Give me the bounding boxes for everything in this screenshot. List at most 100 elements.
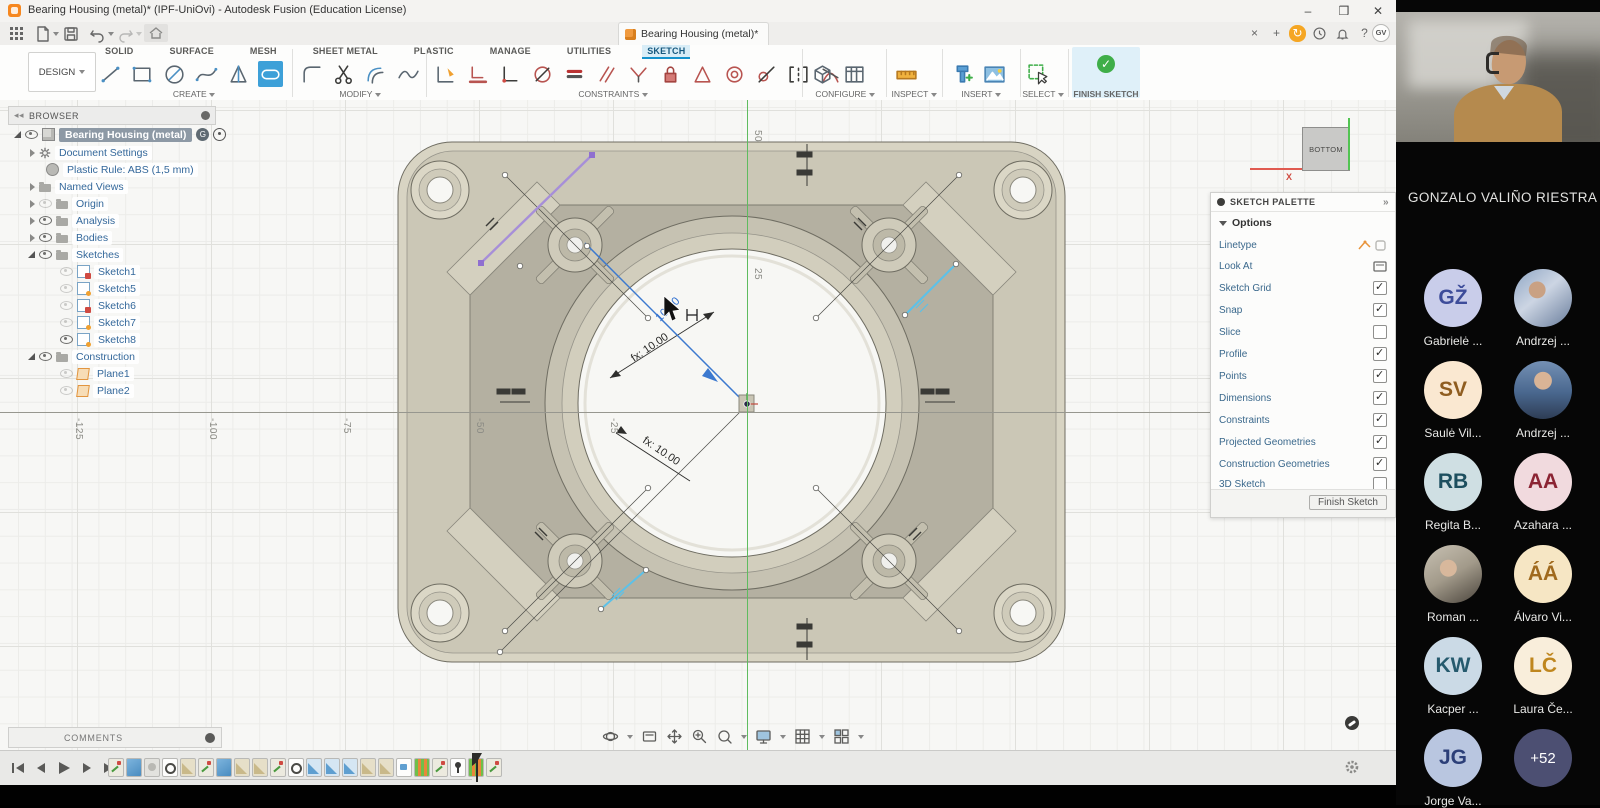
browser-item-analysis[interactable]: Analysis [30,213,119,228]
save-icon[interactable] [62,25,80,42]
triangle-constraint-icon[interactable] [690,61,715,87]
create-group-label[interactable]: CREATE [98,89,290,99]
timeline-feature-icon[interactable] [486,758,502,777]
timeline-marker[interactable] [476,754,478,782]
timeline-feature-icon[interactable] [324,758,340,777]
design-workspace-dropdown[interactable]: DESIGN [28,52,96,92]
timeline-step-forward-button[interactable] [79,760,95,776]
rectangle-tool-icon[interactable] [130,61,155,87]
feedback-icon[interactable] [1345,716,1359,730]
tangent-constraint-icon[interactable] [754,61,779,87]
browser-item-sketch1[interactable]: Sketch1 [60,264,140,279]
timeline-step-back-button[interactable] [33,760,49,776]
spline-tool-icon[interactable] [194,61,219,87]
participant-tile[interactable]: SV Saulė Vil... [1408,361,1498,440]
tab-mesh[interactable]: MESH [245,45,282,59]
fit-icon[interactable] [716,728,733,745]
close-tab-icon[interactable]: × [1246,25,1263,42]
participant-overflow-tile[interactable]: +52 [1498,729,1588,794]
timeline-feature-icon[interactable] [216,758,232,777]
maximize-button[interactable]: ❒ [1330,2,1358,20]
linetype-icons[interactable] [1357,239,1387,252]
browser-item-construction[interactable]: Construction [28,349,139,364]
browser-item-plastic-rule[interactable]: Plastic Rule: ABS (1,5 mm) [46,162,198,177]
snap-checkbox[interactable] [1373,303,1387,317]
timeline-feature-icon[interactable] [270,758,286,777]
browser-item-origin[interactable]: Origin [30,196,108,211]
sketch-dimension-icon[interactable] [434,61,459,87]
tab-surface[interactable]: SURFACE [165,45,219,59]
perpendicular-constraint-icon[interactable] [626,61,651,87]
collapse-palette-icon[interactable]: » [1383,197,1389,208]
viewport-canvas[interactable]: fx: 10.00 fx: 10.00 10.00 -125 -100 -75 … [0,100,1396,750]
slice-checkbox[interactable] [1373,325,1387,339]
timeline-feature-icon[interactable] [162,758,178,777]
browser-item-plane2[interactable]: Plane2 [60,383,134,398]
tab-utilities[interactable]: UTILITIES [562,45,616,59]
participant-tile[interactable]: JG Jorge Va... [1408,729,1498,808]
help-icon[interactable]: ? [1356,25,1373,42]
timeline-feature-icon[interactable] [252,758,268,777]
browser-item-sketches[interactable]: Sketches [28,247,123,262]
participant-tile[interactable]: Andrzej ... [1498,361,1588,440]
participant-tile[interactable]: KW Kacper ... [1408,637,1498,716]
inspect-group-label[interactable]: INSPECT [888,89,940,99]
timeline-feature-icon[interactable] [342,758,358,777]
browser-root-item[interactable]: Bearing Housing (metal) G [14,127,226,142]
participant-tile[interactable]: ÁÁ Álvaro Vi... [1498,545,1588,624]
browser-item-plane1[interactable]: Plane1 [60,366,134,381]
tab-sheet-metal[interactable]: SHEET METAL [308,45,383,59]
timeline-feature-icon[interactable] [396,758,412,777]
redo-icon[interactable] [117,25,135,42]
browser-item-bodies[interactable]: Bodies [30,230,112,245]
display-settings-icon[interactable] [755,728,772,745]
timeline-play-button[interactable] [56,760,72,776]
projected-geometries-checkbox[interactable] [1373,435,1387,449]
undo-icon[interactable] [88,25,106,42]
timeline-feature-icon[interactable] [144,758,160,777]
timeline-feature-icon[interactable] [108,758,124,777]
notification-bell-icon[interactable] [1334,25,1351,42]
configure-cube-icon[interactable] [810,61,835,87]
timeline-feature-icon[interactable] [126,758,142,777]
timeline-feature-icon[interactable] [198,758,214,777]
new-tab-icon[interactable]: + [1268,25,1285,42]
options-section-header[interactable]: Options [1219,217,1272,229]
redo-caret[interactable] [136,32,142,36]
line-tool-icon[interactable] [98,61,123,87]
browser-item-named-views[interactable]: Named Views [30,179,128,194]
clock-icon[interactable] [1311,25,1328,42]
participant-tile[interactable]: Roman ... [1408,545,1498,624]
participant-tile[interactable]: RB Regita B... [1408,453,1498,532]
insert-fastener-icon[interactable] [950,61,975,87]
tab-sketch[interactable]: SKETCH [642,45,690,59]
app-grid-icon[interactable] [8,25,26,42]
constraints-group-label[interactable]: CONSTRAINTS [430,89,796,99]
orbit-icon[interactable] [602,728,619,745]
comments-icon[interactable] [205,733,215,743]
participant-tile[interactable]: GŽ Gabrielė ... [1408,269,1498,348]
timeline-feature-icon[interactable] [378,758,394,777]
circle-tool-icon[interactable] [162,61,187,87]
browser-item-document-settings[interactable]: Document Settings [30,145,152,160]
undo-caret[interactable] [108,32,114,36]
participant-tile[interactable]: Andrzej ... [1498,269,1588,348]
browser-item-sketch6[interactable]: Sketch6 [60,298,140,313]
timeline-feature-icon[interactable] [432,758,448,777]
visibility-eye-icon[interactable] [25,130,38,139]
timeline-feature-icon[interactable] [360,758,376,777]
timeline-feature-icon[interactable] [306,758,322,777]
participant-tile[interactable]: AA Azahara ... [1498,453,1588,532]
parallel-constraint-icon[interactable] [594,61,619,87]
timeline-feature-icon[interactable] [450,758,466,777]
constraints-checkbox[interactable] [1373,413,1387,427]
configuration-table-icon[interactable] [842,61,867,87]
select-group-label[interactable]: SELECT [1018,89,1068,99]
select-tool-icon[interactable] [1026,61,1051,87]
file-menu-icon[interactable] [34,25,52,42]
browser-item-sketch8[interactable]: Sketch8 [60,332,140,347]
concentric-constraint-icon[interactable] [722,61,747,87]
lock-constraint-icon[interactable] [658,61,683,87]
tab-solid[interactable]: SOLID [100,45,139,59]
minimize-button[interactable]: – [1294,2,1322,20]
